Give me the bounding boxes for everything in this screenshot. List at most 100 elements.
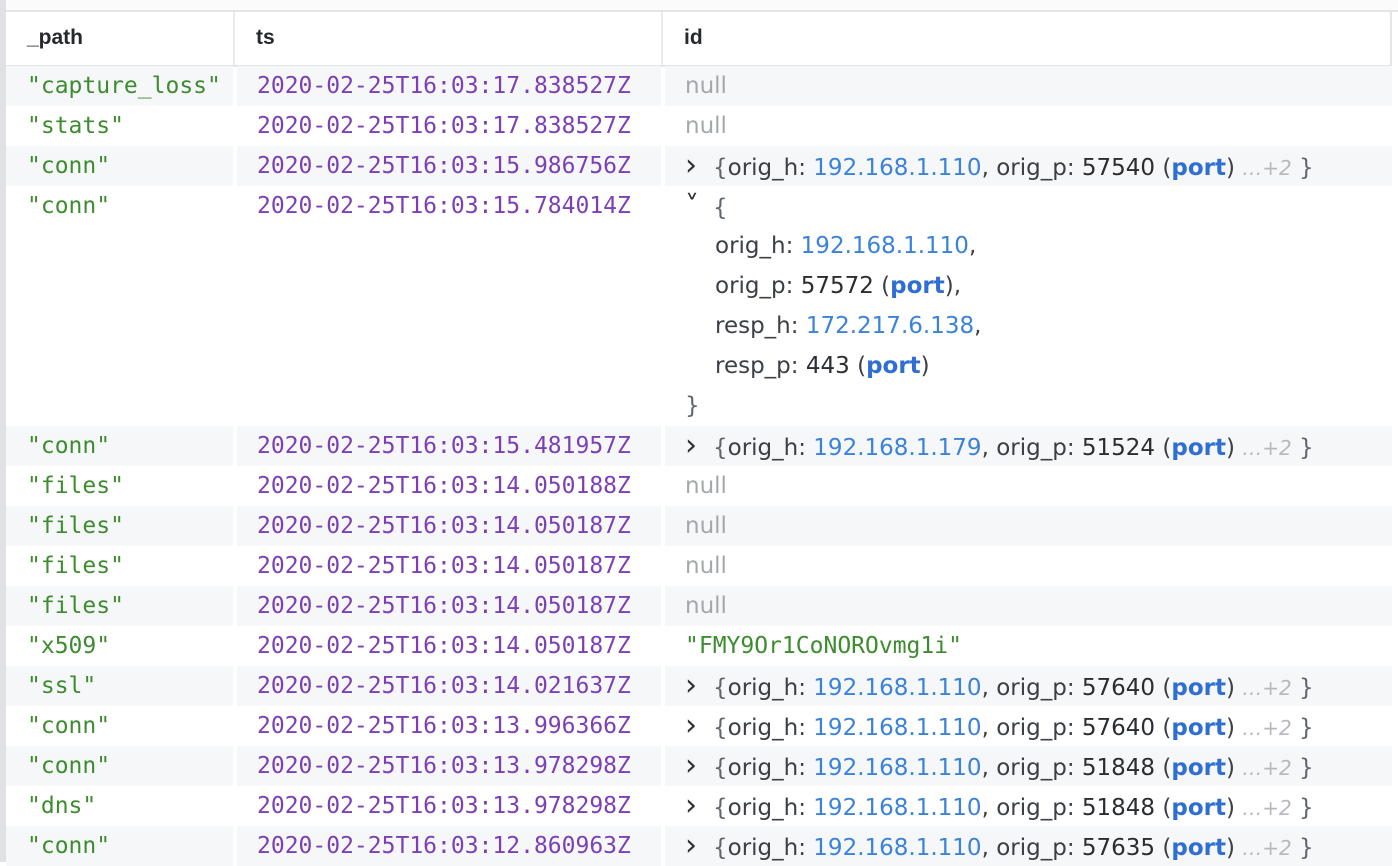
column-header-id[interactable]: id <box>663 12 1392 65</box>
field-key: orig_h: <box>727 675 814 701</box>
paren-open: ( <box>1155 675 1172 701</box>
id-cell[interactable]: null <box>665 546 1392 586</box>
ts-cell[interactable]: 2020-02-25T16:03:15.784014Z <box>237 186 661 426</box>
ts-cell[interactable]: 2020-02-25T16:03:15.481957Z <box>237 426 661 466</box>
path-cell[interactable]: "conn" <box>6 706 233 746</box>
record-field[interactable]: orig_p: 57572 (port), <box>685 266 1392 306</box>
path-cell[interactable]: "files" <box>6 506 233 546</box>
id-cell[interactable]: › {orig_h: 192.168.1.179, orig_p: 51524 (… <box>665 426 1392 466</box>
chevron-right-icon[interactable]: › <box>685 826 713 866</box>
open-brace: { <box>713 435 728 461</box>
ts-cell[interactable]: 2020-02-25T16:03:14.050187Z <box>237 586 661 626</box>
ts-cell[interactable]: 2020-02-25T16:03:14.021637Z <box>237 666 661 706</box>
more-fields-indicator: …+2 <box>1242 796 1292 820</box>
column-header-path[interactable]: _path <box>6 12 235 65</box>
id-cell[interactable]: › {orig_h: 192.168.1.110, orig_p: 57640 (… <box>665 706 1392 746</box>
path-cell[interactable]: "conn" <box>6 826 233 866</box>
table-row[interactable]: "conn" 2020-02-25T16:03:13.978298Z › {orig_… <box>6 746 1392 786</box>
more-fields-indicator: …+2 <box>1242 436 1292 460</box>
id-cell[interactable]: null <box>665 466 1392 506</box>
table-row[interactable]: "files" 2020-02-25T16:03:14.050187Z null <box>6 586 1392 626</box>
path-cell[interactable]: "x509" <box>6 626 233 666</box>
ts-cell[interactable]: 2020-02-25T16:03:14.050187Z <box>237 546 661 586</box>
path-cell[interactable]: "dns" <box>6 786 233 826</box>
table-row[interactable]: "files" 2020-02-25T16:03:14.050187Z null <box>6 546 1392 586</box>
ts-cell[interactable]: 2020-02-25T16:03:12.860963Z <box>237 826 661 866</box>
id-cell[interactable]: "FMY9Or1CoNOROvmg1i" <box>665 626 1392 666</box>
port-value: 57540 <box>1081 155 1156 181</box>
id-cell[interactable]: › {orig_h: 192.168.1.110, orig_p: 51848 (… <box>665 746 1392 786</box>
more-fields-indicator: …+2 <box>1242 756 1292 780</box>
ts-cell[interactable]: 2020-02-25T16:03:15.986756Z <box>237 146 661 186</box>
id-cell[interactable]: null <box>665 106 1392 146</box>
path-cell[interactable]: "files" <box>6 546 233 586</box>
id-cell[interactable]: › {orig_h: 192.168.1.110, orig_p: 51848 (… <box>665 786 1392 826</box>
chevron-right-icon[interactable]: › <box>685 666 713 706</box>
table-row[interactable]: "conn" 2020-02-25T16:03:15.986756Z › {orig_… <box>6 146 1392 186</box>
chevron-right-icon[interactable]: › <box>685 706 713 746</box>
path-cell[interactable]: "conn" <box>6 426 233 466</box>
ts-cell[interactable]: 2020-02-25T16:03:14.050187Z <box>237 506 661 546</box>
type-label: port <box>1171 795 1226 821</box>
ts-cell[interactable]: 2020-02-25T16:03:17.838527Z <box>237 106 661 146</box>
id-cell[interactable]: › {orig_h: 192.168.1.110, orig_p: 57540 (… <box>665 146 1392 186</box>
table-row[interactable]: "conn" 2020-02-25T16:03:12.860963Z › {orig_… <box>6 826 1392 866</box>
path-cell[interactable]: "capture_loss" <box>6 66 233 106</box>
ts-cell[interactable]: 2020-02-25T16:03:14.050188Z <box>237 466 661 506</box>
paren-close: ) <box>1225 795 1243 821</box>
id-cell[interactable]: › {orig_h: 192.168.1.110, orig_p: 57635 (… <box>665 826 1392 866</box>
separator: , <box>974 313 982 339</box>
ts-cell[interactable]: 2020-02-25T16:03:14.050187Z <box>237 626 661 666</box>
chevron-right-icon[interactable]: › <box>685 746 713 786</box>
open-brace: { <box>713 755 728 781</box>
id-cell[interactable]: null <box>665 506 1392 546</box>
table-row[interactable]: "stats" 2020-02-25T16:03:17.838527Z null <box>6 106 1392 146</box>
field-key: orig_h: <box>727 435 814 461</box>
table-row[interactable]: "files" 2020-02-25T16:03:14.050187Z null <box>6 506 1392 546</box>
path-cell[interactable]: "conn" <box>6 746 233 786</box>
record-field[interactable]: orig_h: 192.168.1.110, <box>685 226 1392 266</box>
table-row[interactable]: "capture_loss" 2020-02-25T16:03:17.838527… <box>6 66 1392 106</box>
port-value: 51848 <box>1081 795 1156 821</box>
table-row[interactable]: "dns" 2020-02-25T16:03:13.978298Z › {orig_h… <box>6 786 1392 826</box>
path-cell[interactable]: "files" <box>6 586 233 626</box>
record-field[interactable]: resp_h: 172.217.6.138, <box>685 306 1392 346</box>
id-cell[interactable]: null <box>665 66 1392 106</box>
table-row[interactable]: "conn" 2020-02-25T16:03:13.996366Z › {orig_… <box>6 706 1392 746</box>
field-key: orig_h: <box>727 755 814 781</box>
toolbar-strip <box>6 0 1398 12</box>
type-label: port <box>1171 755 1226 781</box>
type-label: port <box>1171 155 1226 181</box>
ts-cell[interactable]: 2020-02-25T16:03:13.978298Z <box>237 746 661 786</box>
chevron-down-icon[interactable]: ˅ <box>685 186 713 226</box>
table-row[interactable]: "conn" 2020-02-25T16:03:15.784014Z ˅{orig_… <box>6 186 1392 426</box>
ip-value: 192.168.1.110 <box>813 155 982 181</box>
ip-value: 172.217.6.138 <box>805 313 975 339</box>
ip-value: 192.168.1.110 <box>813 715 982 741</box>
chevron-right-icon[interactable]: › <box>685 786 713 826</box>
open-brace: { <box>713 835 728 861</box>
id-cell[interactable]: › {orig_h: 192.168.1.110, orig_p: 57640 (… <box>665 666 1392 706</box>
column-header-ts[interactable]: ts <box>235 12 663 65</box>
ts-cell[interactable]: 2020-02-25T16:03:17.838527Z <box>237 66 661 106</box>
table-row[interactable]: "conn" 2020-02-25T16:03:15.481957Z › {orig_… <box>6 426 1392 466</box>
path-cell[interactable]: "stats" <box>6 106 233 146</box>
path-cell[interactable]: "conn" <box>6 146 233 186</box>
field-key: resp_h <box>715 313 791 339</box>
id-cell[interactable]: ˅{orig_h: 192.168.1.110, orig_p: 57572 (p… <box>665 186 1392 426</box>
table-row[interactable]: "ssl" 2020-02-25T16:03:14.021637Z › {orig_h… <box>6 666 1392 706</box>
path-cell[interactable]: "ssl" <box>6 666 233 706</box>
ts-cell[interactable]: 2020-02-25T16:03:13.978298Z <box>237 786 661 826</box>
path-cell[interactable]: "files" <box>6 466 233 506</box>
more-fields-indicator: …+2 <box>1242 156 1292 180</box>
table-row[interactable]: "files" 2020-02-25T16:03:14.050188Z null <box>6 466 1392 506</box>
table-row[interactable]: "x509" 2020-02-25T16:03:14.050187Z "FMY9Or… <box>6 626 1392 666</box>
record-field[interactable]: resp_p: 443 (port) <box>685 346 1392 386</box>
ts-cell[interactable]: 2020-02-25T16:03:13.996366Z <box>237 706 661 746</box>
close-brace: } <box>1291 795 1314 821</box>
chevron-right-icon[interactable]: › <box>685 146 713 186</box>
chevron-right-icon[interactable]: › <box>685 426 713 466</box>
open-brace: { <box>713 795 728 821</box>
path-cell[interactable]: "conn" <box>6 186 233 426</box>
id-cell[interactable]: null <box>665 586 1392 626</box>
